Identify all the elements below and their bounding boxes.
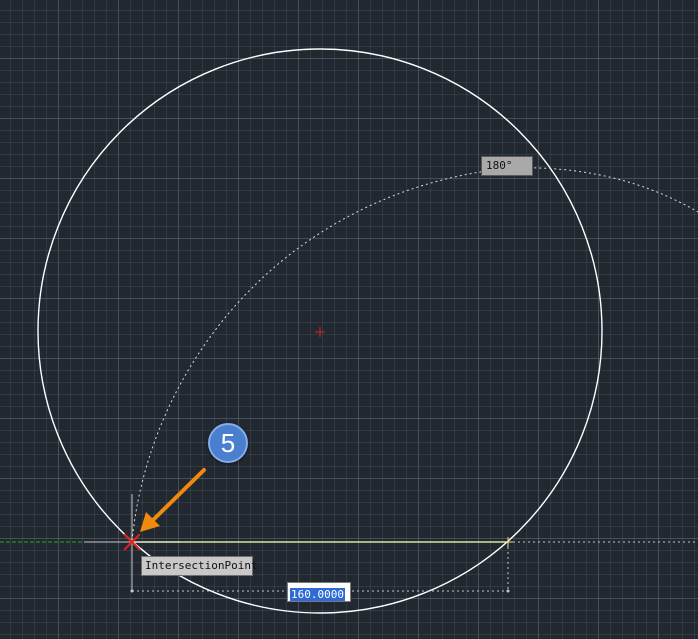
drawing-canvas[interactable]: 180° IntersectionPoint 160.0000 5: [0, 0, 698, 639]
dynamic-input-field[interactable]: 160.0000: [287, 582, 351, 602]
circle-center-marker: [315, 327, 325, 337]
dynamic-input-value[interactable]: 160.0000: [290, 588, 345, 601]
osnap-tooltip: IntersectionPoint: [141, 556, 258, 576]
step-number-badge: 5: [208, 423, 248, 463]
polar-angle-tooltip: 180°: [481, 156, 533, 176]
dimension-tick-right: [506, 589, 510, 593]
tracking-arc: [131, 167, 698, 542]
callout-arrow-icon: [140, 468, 206, 532]
dimension-tick-left: [130, 589, 134, 593]
drawing-layer: [0, 48, 698, 614]
